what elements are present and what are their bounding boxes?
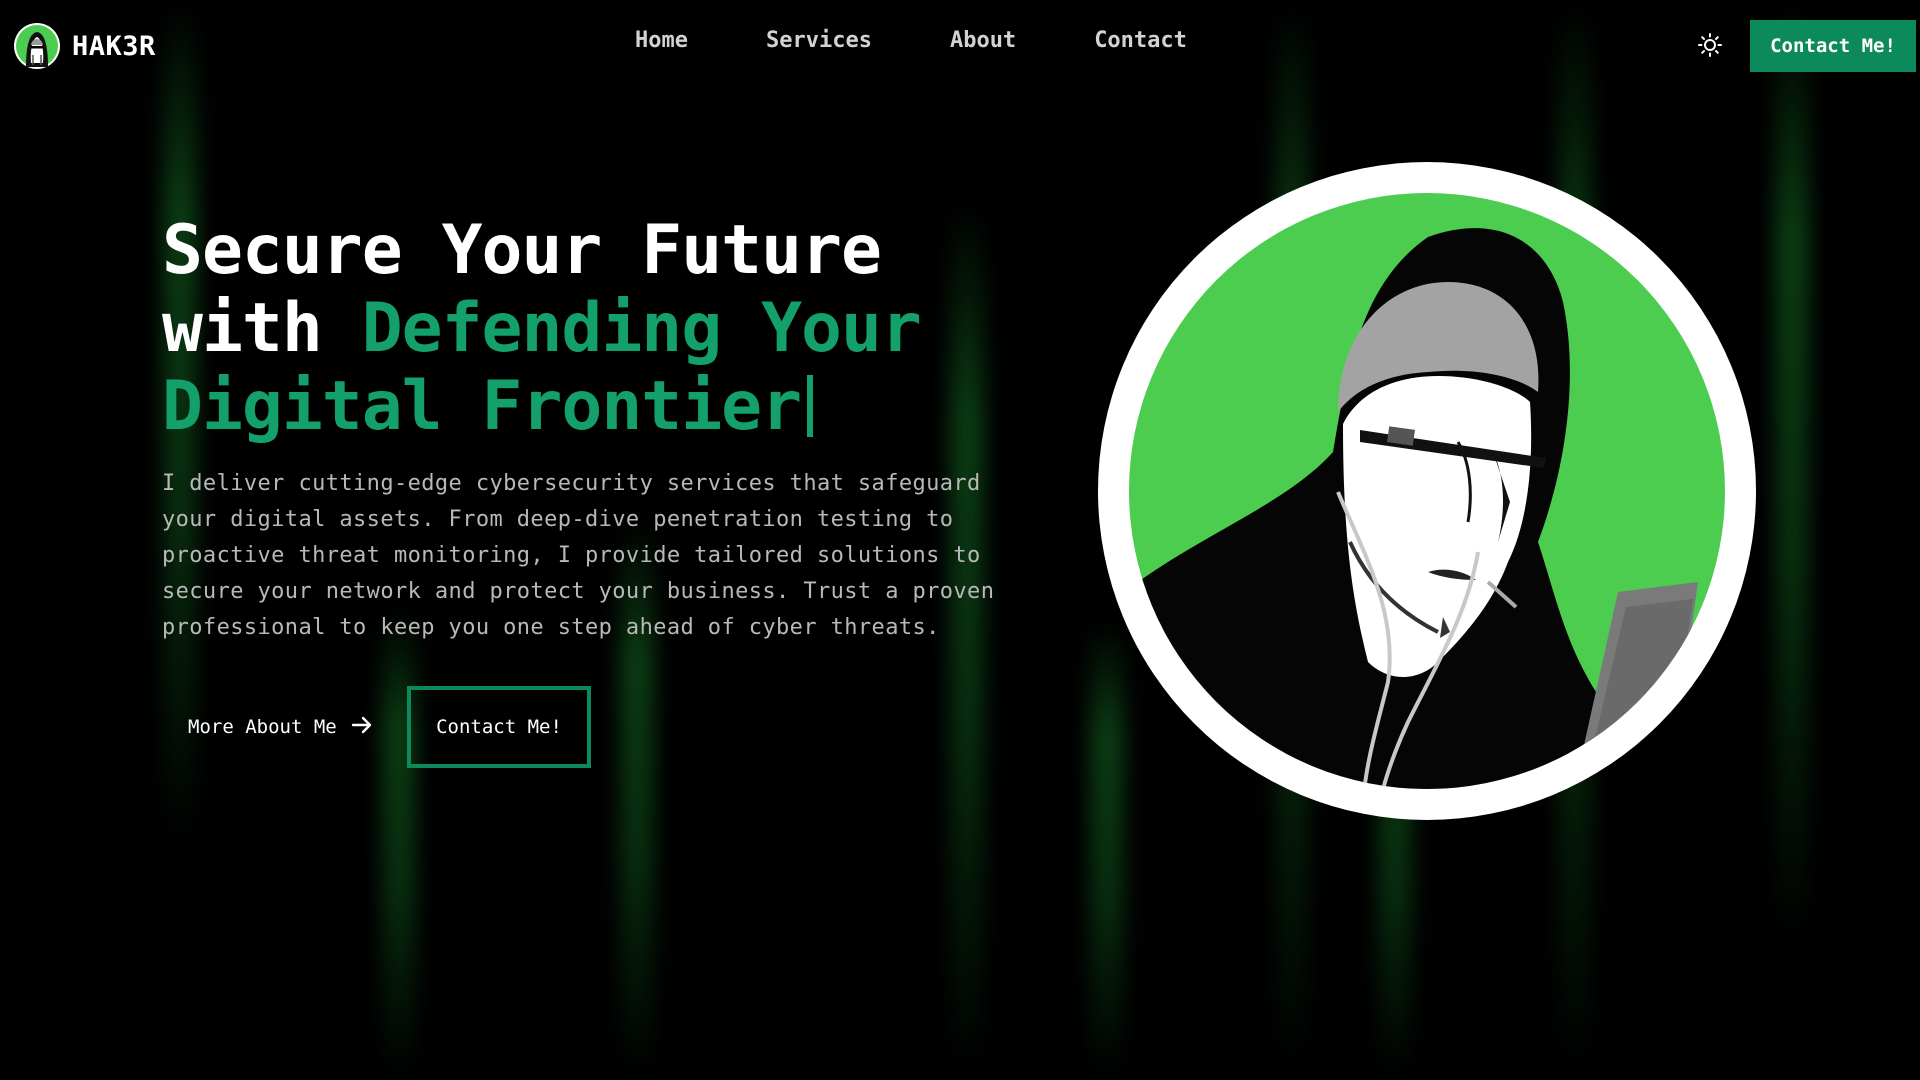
landing-page: HAK3R Home Services About Contact Contac… <box>0 0 1920 1080</box>
hero-description: I deliver cutting-edge cybersecurity ser… <box>162 471 995 640</box>
nav-home[interactable]: Home <box>635 28 688 53</box>
hero-contact-button[interactable]: Contact Me! <box>407 686 591 768</box>
brand-name: HAK3R <box>72 30 156 62</box>
nav-services[interactable]: Services <box>766 28 872 53</box>
sun-icon[interactable] <box>1697 32 1723 58</box>
nav-contact[interactable]: Contact <box>1094 28 1187 53</box>
header-contact-button[interactable]: Contact Me! <box>1750 20 1916 72</box>
hero-title: Secure Your Future with Defending Your D… <box>162 212 1062 446</box>
typing-cursor <box>807 375 814 437</box>
brand-link[interactable]: HAK3R <box>14 22 156 70</box>
arrow-right-icon <box>351 714 373 741</box>
hooded-hacker-illustration <box>1098 162 1756 820</box>
site-header: HAK3R Home Services About Contact Contac… <box>0 0 1920 92</box>
matrix-streak <box>1775 0 1809 950</box>
nav-about[interactable]: About <box>950 28 1016 53</box>
more-about-me-label: More About Me <box>188 716 337 738</box>
hacker-avatar-icon <box>14 23 60 69</box>
matrix-streak <box>382 610 416 1080</box>
main-nav: Home Services About Contact <box>635 28 1187 53</box>
more-about-me-button[interactable]: More About Me <box>162 688 399 766</box>
